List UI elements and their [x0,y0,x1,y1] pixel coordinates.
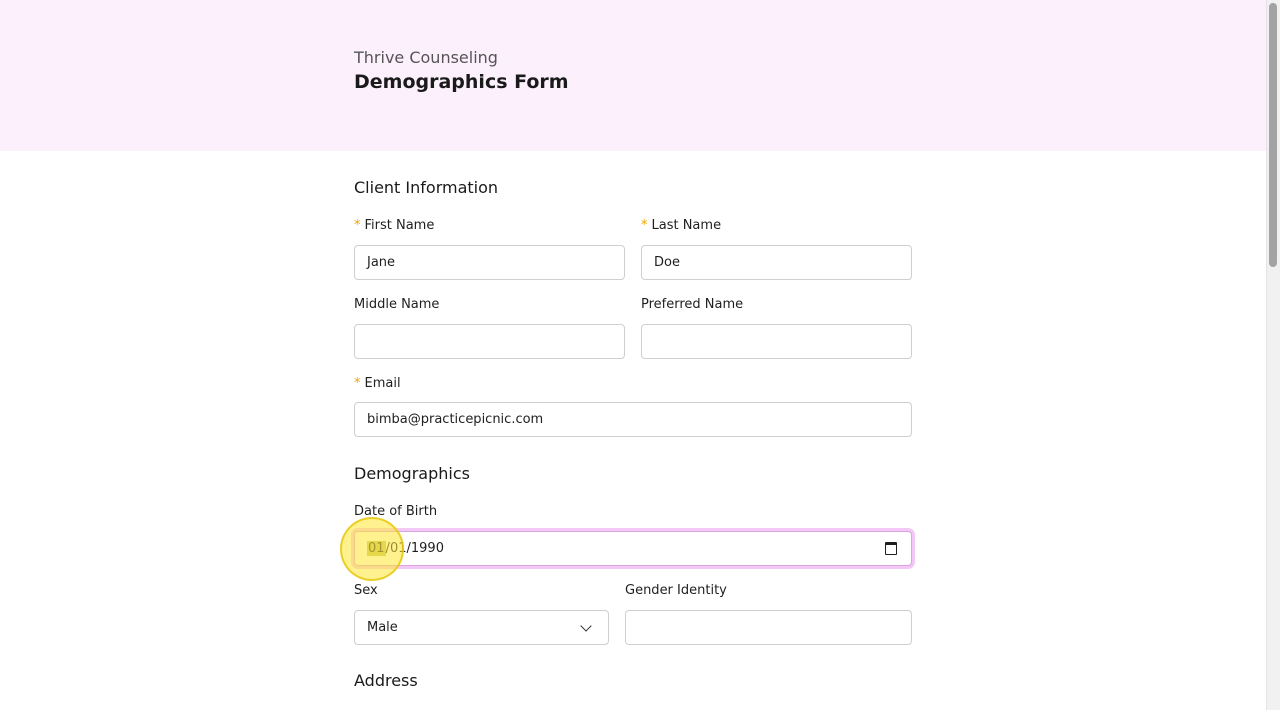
dob-day-segment[interactable]: 01 [390,541,407,556]
email-field[interactable]: bimba@practicepicnic.com [354,402,912,437]
gender-identity-label: Gender Identity [625,583,727,598]
chevron-down-icon [580,620,592,632]
first-name-label: * First Name [354,218,435,233]
middle-name-input[interactable] [354,324,625,359]
last-name-input[interactable]: Doe [641,245,912,280]
section-title-client-information: Client Information [354,178,499,197]
page-title: Demographics Form [354,71,569,93]
dob-year-segment[interactable]: 1990 [411,541,444,556]
last-name-label: * Last Name [641,218,722,233]
section-title-address: Address [354,671,418,690]
required-marker: * [354,376,361,391]
scrollbar-thumb[interactable] [1269,3,1277,267]
page-scrollbar[interactable] [1266,0,1280,710]
email-label: * Email [354,376,401,391]
middle-name-label: Middle Name [354,297,440,312]
calendar-icon[interactable] [885,542,897,555]
first-name-input[interactable]: Jane [354,245,625,280]
dob-month-segment[interactable]: 01 [367,541,386,556]
sex-label: Sex [354,583,378,598]
date-of-birth-input[interactable]: 01/01/1990 [354,531,912,566]
section-title-demographics: Demographics [354,464,470,483]
preferred-name-label: Preferred Name [641,297,744,312]
form-header: Thrive Counseling Demographics Form [0,0,1266,151]
sex-select[interactable]: Male [354,610,609,645]
date-of-birth-label: Date of Birth [354,504,438,519]
required-marker: * [354,218,361,233]
gender-identity-input[interactable] [625,610,912,645]
required-marker: * [641,218,648,233]
org-name: Thrive Counseling [354,48,498,67]
preferred-name-input[interactable] [641,324,912,359]
